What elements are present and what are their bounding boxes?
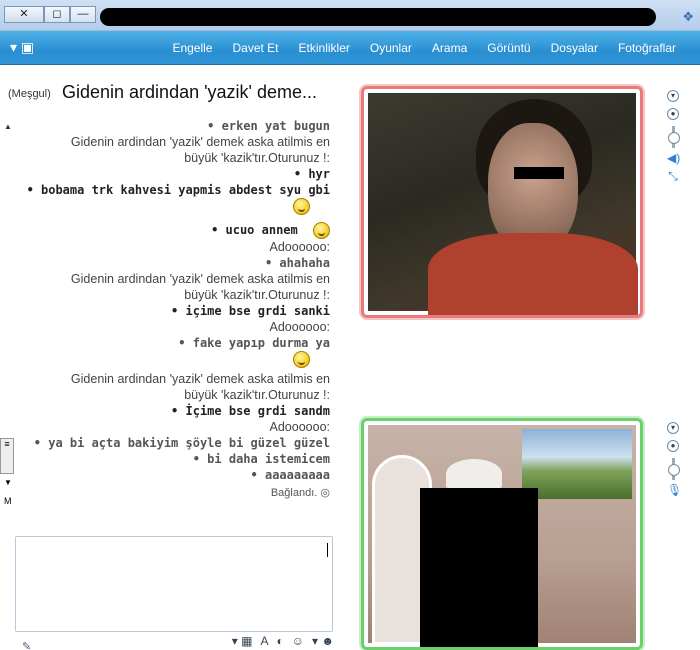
smiley-icon (293, 351, 310, 369)
gutter-marker: M (4, 496, 12, 506)
menu-items: Engelle Davet Et Etkinlikler Oyunlar Ara… (172, 41, 676, 55)
chat-message: Gidenin ardindan 'yazik' demek aska atil… (70, 272, 330, 286)
messenger-icon: ❖ (682, 9, 694, 24)
menu-etkinlikler[interactable]: Etkinlikler (299, 41, 350, 55)
menu-davet-et[interactable]: Davet Et (232, 41, 278, 55)
menu-bar: ▾ ▣ Engelle Davet Et Etkinlikler Oyunlar… (0, 31, 700, 65)
menu-fotograflar[interactable]: Fotoğraflar (618, 41, 676, 55)
chat-message: • ahahaha (264, 256, 330, 270)
scroll-up-arrow-icon[interactable]: ▲ (4, 122, 12, 131)
resize-handle[interactable]: ≡ (0, 438, 14, 474)
chat-message: büyük 'kazik'tır.Oturunuz !: (184, 151, 330, 165)
emoticon-row (20, 351, 330, 371)
microphone-icon[interactable]: 🎙 (667, 484, 682, 496)
chat-message-with-emoticon: • ucuo annem (20, 222, 330, 239)
mic-slider[interactable] (667, 458, 680, 480)
chat-message: • hyr (293, 167, 330, 181)
speaker-icon[interactable]: ◀) (667, 152, 680, 164)
handwriting-icon[interactable]: ✎ (22, 640, 31, 650)
chat-message: • içime bse grdi sanki (171, 304, 330, 318)
self-webcam[interactable] (361, 418, 643, 650)
photo-wall-picture (522, 429, 632, 499)
smiley-icon (293, 198, 310, 216)
minimize-button[interactable]: — (70, 6, 96, 23)
chat-message: Gidenin ardindan 'yazik' demek aska atil… (70, 135, 330, 149)
tools-icon[interactable]: ▾ ▣ (10, 39, 34, 56)
chat-message: büyük 'kazik'tır.Oturunuz !: (184, 288, 330, 302)
menu-arama[interactable]: Arama (432, 41, 467, 55)
menu-goruntu[interactable]: Görüntü (487, 41, 530, 55)
chat-message: Adoooooo: (269, 320, 330, 334)
wink-icon[interactable]: ☺ (292, 634, 304, 648)
contact-webcam-image (368, 93, 638, 315)
text-caret (327, 543, 328, 557)
emoticon-menu-icon[interactable]: ▾ ☻ (312, 634, 334, 648)
chat-message: • bobama trk kahvesi yapmis abdest syu g… (26, 183, 330, 197)
chat-message: Adoooooo: (269, 240, 330, 254)
chat-message: büyük 'kazik'tır.Oturunuz !: (184, 388, 330, 402)
self-cam-controls: ▾ ● 🎙 (666, 422, 682, 502)
menu-dosyalar[interactable]: Dosyalar (551, 41, 598, 55)
contact-status: (Meşgul) (8, 88, 51, 100)
menu-engelle[interactable]: Engelle (172, 41, 212, 55)
smiley-icon (313, 222, 330, 239)
connection-status: Bağlandı. ◎ (20, 485, 330, 501)
volume-slider[interactable] (667, 126, 680, 148)
emoticon-row (20, 198, 330, 218)
chat-message: • bi daha istemicem (192, 452, 330, 466)
contact-webcam[interactable] (361, 86, 643, 318)
menu-oyunlar[interactable]: Oyunlar (370, 41, 412, 55)
background-icon[interactable]: ▾ ▦ (232, 634, 253, 648)
redaction-bar (514, 167, 564, 179)
conversation-title: Gidenin ardindan 'yazik' deme... (62, 82, 318, 102)
chat-message: • erken yat bugun (207, 119, 330, 133)
self-webcam-image (368, 425, 636, 647)
redaction-block (420, 488, 538, 647)
cam-status-icon[interactable]: ● (667, 108, 679, 120)
collapse-arrow-icon[interactable]: ▼ (4, 478, 12, 487)
window-buttons: ✕ ◻ — (4, 6, 96, 23)
cam-options-icon[interactable]: ▾ (667, 422, 679, 434)
cam-status-icon[interactable]: ● (667, 440, 679, 452)
window-title-redacted (100, 8, 656, 26)
connection-status-text: Bağlandı. (270, 487, 318, 499)
chat-message: • fake yapıp durma ya (178, 336, 330, 350)
close-button[interactable]: ✕ (4, 6, 44, 23)
chat-message: • İçime bse grdi sandm (171, 404, 330, 418)
voice-clip-icon[interactable]: ◐ (277, 634, 284, 648)
photo-hat (446, 459, 502, 489)
photo-shirt (428, 233, 638, 315)
expand-icon[interactable]: ⤡ (667, 170, 679, 182)
chat-message: • ucuo annem (211, 223, 298, 237)
input-toolbar: ▾ ▦ A ◐ ☺ ▾ ☻ (38, 632, 334, 650)
title-bar: ✕ ◻ — ❖ (0, 0, 700, 31)
chat-message: Gidenin ardindan 'yazik' demek aska atil… (70, 372, 330, 386)
cam-options-icon[interactable]: ▾ (667, 90, 679, 102)
font-button[interactable]: A (260, 634, 268, 648)
message-input[interactable] (15, 536, 333, 632)
connection-icon: ◎ (320, 487, 330, 499)
contact-cam-controls: ▾ ● ◀) ⤡ (666, 90, 680, 188)
chat-log[interactable]: • erken yat bugun Gidenin ardindan 'yazi… (20, 118, 330, 528)
chat-message: • ya bi açta bakiyim şöyle bi güzel güze… (33, 436, 330, 450)
chat-message: • aaaaaaaaa (250, 468, 330, 482)
chat-message: Adoooooo: (269, 420, 330, 434)
maximize-button[interactable]: ◻ (44, 6, 70, 23)
